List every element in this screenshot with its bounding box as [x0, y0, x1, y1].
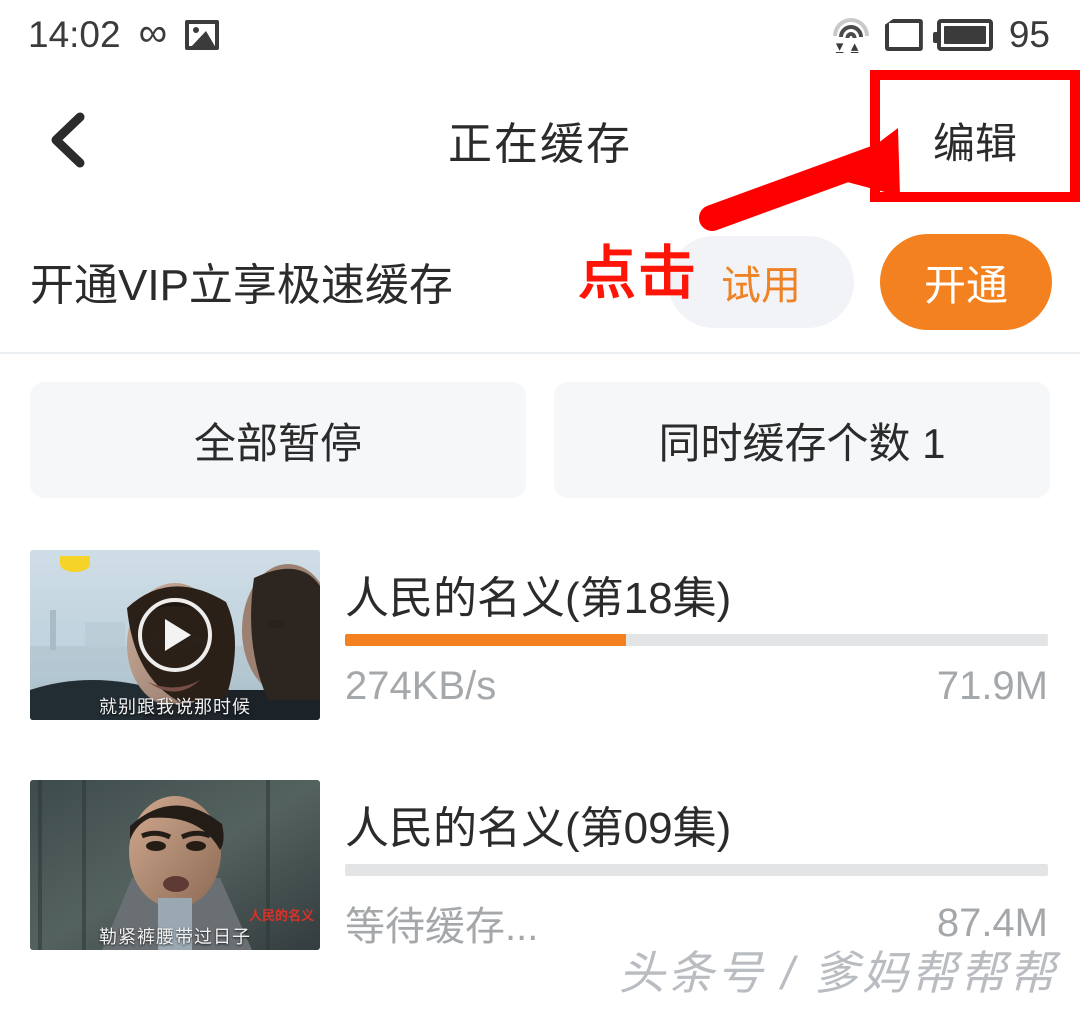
- pause-all-button[interactable]: 全部暂停: [30, 382, 526, 498]
- concurrent-count-button[interactable]: 同时缓存个数 1: [554, 382, 1050, 498]
- download-meta: 274KB/s 71.9M: [345, 664, 1048, 709]
- battery-icon: [932, 19, 993, 51]
- table-row[interactable]: 就别跟我说那时候 人民的名义(第18集) 274KB/s 71.9M: [0, 532, 1080, 762]
- vip-promo-text: 开通VIP立享极速缓存: [30, 261, 453, 310]
- video-thumbnail[interactable]: 勒紧裤腰带过日子 人民的名义: [30, 780, 320, 950]
- thumb-badge-icon: [60, 556, 90, 572]
- status-bar-left: 14:02 ∞: [28, 11, 220, 56]
- vip-trial-button[interactable]: 试用: [668, 236, 854, 328]
- download-title: 人民的名义(第09集): [345, 804, 732, 853]
- section-divider: [0, 352, 1080, 354]
- page-watermark: 头条号 / 爹妈帮帮帮: [618, 947, 1058, 999]
- status-time: 14:02: [28, 14, 121, 55]
- download-size: 71.9M: [936, 664, 1048, 708]
- thumb-subtitle: 就别跟我说那时候: [99, 697, 251, 717]
- thumb-subtitle: 勒紧裤腰带过日子: [99, 927, 251, 947]
- navigation-bar: 正在缓存 编辑: [0, 70, 1080, 210]
- battery-level: 95: [1008, 14, 1050, 55]
- status-bar-right: ▾ ▴ 95: [831, 14, 1050, 56]
- progress-fill: [345, 634, 627, 646]
- status-bar: 14:02 ∞ ▾ ▴ 95: [0, 0, 1080, 70]
- download-status: 等待缓存...: [345, 905, 539, 949]
- vip-promo-row: 开通VIP立享极速缓存 试用 开通: [0, 210, 1080, 352]
- edit-button[interactable]: 编辑: [870, 70, 1080, 210]
- download-speed: 274KB/s: [345, 664, 497, 708]
- vip-open-button[interactable]: 开通: [880, 234, 1052, 330]
- progress-bar: [345, 634, 1048, 646]
- progress-bar: [345, 864, 1048, 876]
- download-title: 人民的名义(第18集): [345, 574, 732, 623]
- image-icon: [185, 20, 220, 50]
- infinity-icon: ∞: [138, 11, 168, 55]
- wifi-icon: ▾ ▴: [831, 18, 871, 54]
- action-button-row: 全部暂停 同时缓存个数 1: [0, 382, 1080, 502]
- sim-card-icon: [884, 19, 923, 51]
- play-icon[interactable]: [138, 598, 212, 672]
- video-thumbnail[interactable]: 就别跟我说那时候: [30, 550, 320, 720]
- thumb-watermark-logo: 人民的名义: [248, 908, 314, 923]
